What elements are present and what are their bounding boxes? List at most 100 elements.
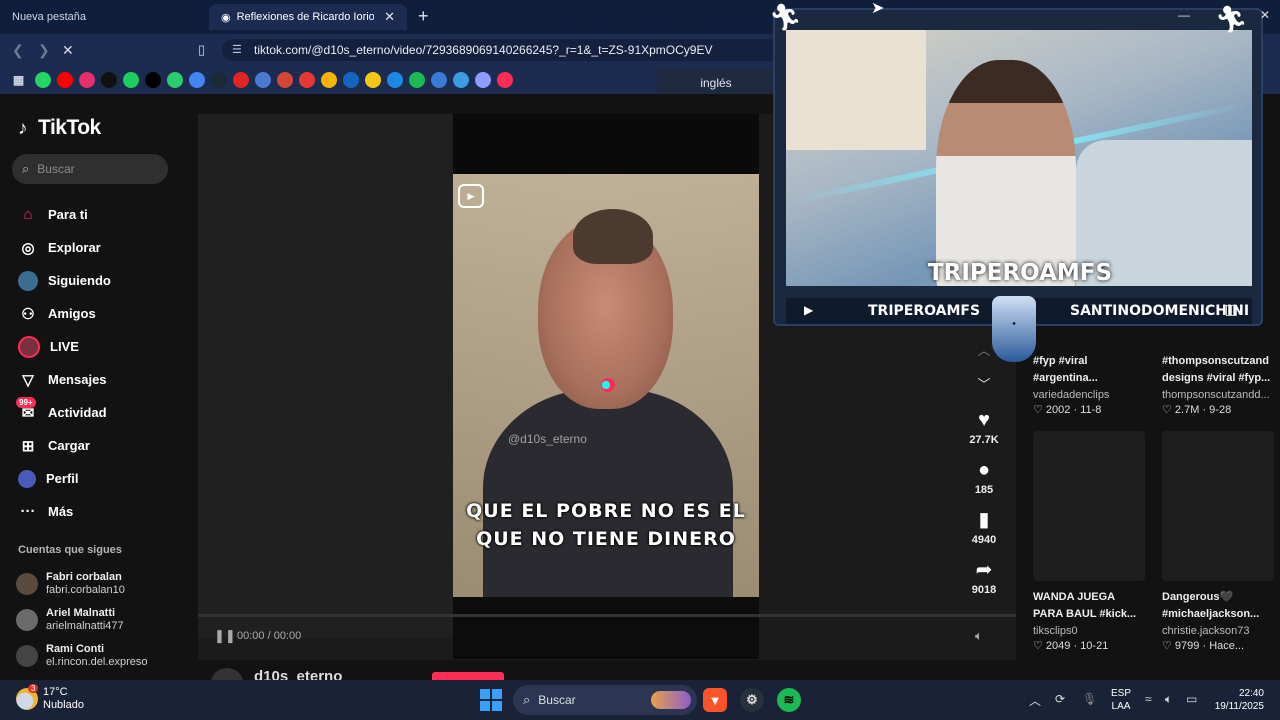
language-indicator[interactable]: ESP LAA — [1111, 687, 1131, 713]
webcam-feed — [786, 30, 1252, 286]
site-info-icon[interactable]: ☰ — [232, 43, 242, 56]
like-button[interactable]: ♥ 27.7K — [962, 408, 1006, 458]
video-frame[interactable]: ▶ @d10s_eterno QUE EL POBRE NO ES EL QUE… — [453, 174, 759, 597]
bookmark-favicon-icon[interactable] — [453, 72, 469, 88]
bookmark-favicon-icon[interactable] — [255, 72, 271, 88]
chevron-down-icon[interactable]: ﹀ — [962, 374, 1006, 408]
sidebar-item-perfil[interactable]: Perfil — [18, 462, 111, 495]
clock[interactable]: 22:40 19/11/2025 — [1208, 687, 1264, 713]
brave-app-icon[interactable]: ▼ — [703, 688, 727, 712]
sync-icon[interactable]: ⟳ — [1055, 692, 1065, 706]
tab-active[interactable]: ◉ Reflexiones de Ricardo Iorio: Pob ✕ — [209, 4, 407, 30]
bookmark-favicon-icon[interactable] — [497, 72, 513, 88]
avatar — [16, 645, 38, 667]
sidebar-item-explorar[interactable]: ◎ Explorar — [18, 231, 111, 264]
sidebar-item-mensajes[interactable]: ▽ Mensajes — [18, 363, 111, 396]
battery-icon[interactable]: ▭ — [1186, 692, 1197, 706]
follow-name: Rami Conti — [46, 643, 105, 655]
suggestion-desc: #thompsonscutzand — [1162, 355, 1269, 367]
microphone-icon[interactable]: 🎙︎ — [1082, 692, 1097, 706]
sidebar-nav: ⌂ Para ti ◎ Explorar Siguiendo ⚇ Amigos LIV… — [16, 198, 111, 528]
url-bar[interactable]: ☰ tiktok.com/@d10s_eterno/video/72936890… — [222, 39, 782, 61]
bookmark-favicon-icon[interactable] — [343, 72, 359, 88]
follow-button[interactable] — [432, 672, 504, 680]
weather-widget[interactable]: 3 17°C Nublado — [16, 684, 84, 712]
wifi-icon[interactable]: ≈ — [1145, 692, 1152, 706]
save-button[interactable]: ▮ 4940 — [962, 508, 1006, 558]
bookmark-favicon-icon[interactable] — [123, 72, 139, 88]
suggested-video[interactable]: WANDA JUEGA PARA BAUL #kick... tiksclips… — [1033, 431, 1145, 652]
back-icon[interactable]: ❮ — [12, 42, 24, 59]
taskbar-search[interactable]: ⌕ Buscar — [513, 685, 697, 715]
chevron-up-icon[interactable]: ︿ — [1029, 692, 1041, 709]
bookmark-icon[interactable]: ▯ — [198, 42, 205, 58]
bookmark-favicon-icon[interactable] — [299, 72, 315, 88]
bookmark-favicon-icon[interactable] — [475, 72, 491, 88]
instagram-icon: ◫ — [1224, 302, 1238, 318]
comment-button[interactable]: ● 185 — [962, 458, 1006, 508]
suggested-video[interactable]: Dangerous🖤 #michaeljackson... christie.j… — [1162, 431, 1274, 652]
pause-icon[interactable]: ❚❚ — [214, 628, 236, 644]
new-tab-button[interactable]: + — [418, 6, 429, 27]
bookmark-favicon-icon[interactable] — [211, 72, 227, 88]
sidebar-item-actividad[interactable]: ✉ 99+ Actividad — [16, 396, 111, 429]
bookmark-favicon-icon[interactable] — [409, 72, 425, 88]
bookmark-favicon-icon[interactable] — [233, 72, 249, 88]
bookmark-favicon-icon[interactable] — [365, 72, 381, 88]
video-progress-bar[interactable] — [198, 614, 1016, 617]
stop-icon[interactable]: ✕ — [62, 42, 74, 59]
start-button[interactable] — [480, 689, 502, 711]
nav-label: Siguiendo — [48, 273, 111, 288]
suggestion-date: 10-21 — [1080, 640, 1109, 652]
bookmark-favicon-icon[interactable] — [321, 72, 337, 88]
like-count: 27.7K — [969, 434, 999, 446]
spotify-app-icon[interactable]: ≋ — [777, 688, 801, 712]
video-blur-left — [198, 114, 453, 638]
apps-grid-icon[interactable]: ▦ — [8, 72, 29, 88]
bookmark-favicon-icon[interactable] — [57, 72, 73, 88]
tab-label: Reflexiones de Ricardo Iorio: Pob — [236, 11, 375, 23]
bookmark-favicon-icon[interactable] — [167, 72, 183, 88]
share-button[interactable]: ➦ 9018 — [962, 558, 1006, 608]
sidebar-item-amigos[interactable]: ⚇ Amigos — [18, 297, 111, 330]
follow-item[interactable]: Rami Conti el.rincon.del.expreso — [16, 638, 148, 674]
suggestion-thumbnail — [1033, 431, 1145, 581]
video-person-hair — [573, 209, 653, 264]
suggestion-desc: #fyp #viral — [1033, 355, 1088, 367]
tab-new[interactable]: Nueva pestaña — [0, 4, 205, 30]
volume-icon[interactable]: 🔈︎ — [975, 628, 983, 644]
sidebar-item-live[interactable]: LIVE — [18, 330, 111, 363]
bookmark-favicon-icon[interactable] — [431, 72, 447, 88]
sidebar-item-siguiendo[interactable]: Siguiendo — [18, 264, 111, 297]
speaker-icon[interactable]: 🔈︎ — [1165, 692, 1172, 707]
follow-item[interactable]: Ariel Malnatti arielmalnatti477 — [16, 602, 148, 638]
bookmark-favicon-icon[interactable] — [387, 72, 403, 88]
suggestion-meta: ♡ 2049 · 10-21 — [1033, 640, 1109, 652]
bookmark-favicon-icon[interactable] — [189, 72, 205, 88]
tiktok-logo[interactable]: ♪ TikTok — [18, 116, 101, 140]
follow-item[interactable]: Fabri corbalan fabri.corbalan10 — [16, 566, 148, 602]
follow-name: Ariel Malnatti — [46, 607, 116, 619]
video-letterbox-bottom — [453, 597, 759, 659]
lang-layout: LAA — [1111, 701, 1131, 712]
suggested-video[interactable]: #fyp #viral #argentina... variedadenclip… — [1033, 349, 1145, 416]
soccer-player-sticker-icon: 🏃︎ — [769, 2, 803, 32]
tiktok-dot-icon — [601, 378, 615, 392]
bookmark-favicon-icon[interactable] — [79, 72, 95, 88]
sidebar-item-mas[interactable]: ··· Más — [18, 495, 111, 528]
minimize-icon[interactable]: — — [1178, 8, 1190, 22]
bookmark-favicon-icon[interactable] — [277, 72, 293, 88]
video-person-shirt — [483, 389, 733, 597]
close-window-icon[interactable]: ✕ — [1260, 8, 1270, 22]
bookmark-favicon-icon[interactable] — [101, 72, 117, 88]
sidebar-item-para-ti[interactable]: ⌂ Para ti — [18, 198, 111, 231]
forward-icon[interactable]: ❯ — [38, 42, 50, 59]
bookmark-favicon-icon[interactable] — [145, 72, 161, 88]
steam-app-icon[interactable]: ⚙ — [740, 688, 764, 712]
close-icon[interactable]: ✕ — [384, 9, 395, 25]
bookmark-favicon-icon[interactable] — [35, 72, 51, 88]
sidebar-item-cargar[interactable]: ⊞ Cargar — [18, 429, 111, 462]
suggested-video[interactable]: #thompsonscutzand designs #viral #fyp...… — [1162, 349, 1274, 416]
clock-time: 22:40 — [1238, 688, 1264, 699]
search-input[interactable]: ⌕ Buscar — [12, 154, 168, 184]
